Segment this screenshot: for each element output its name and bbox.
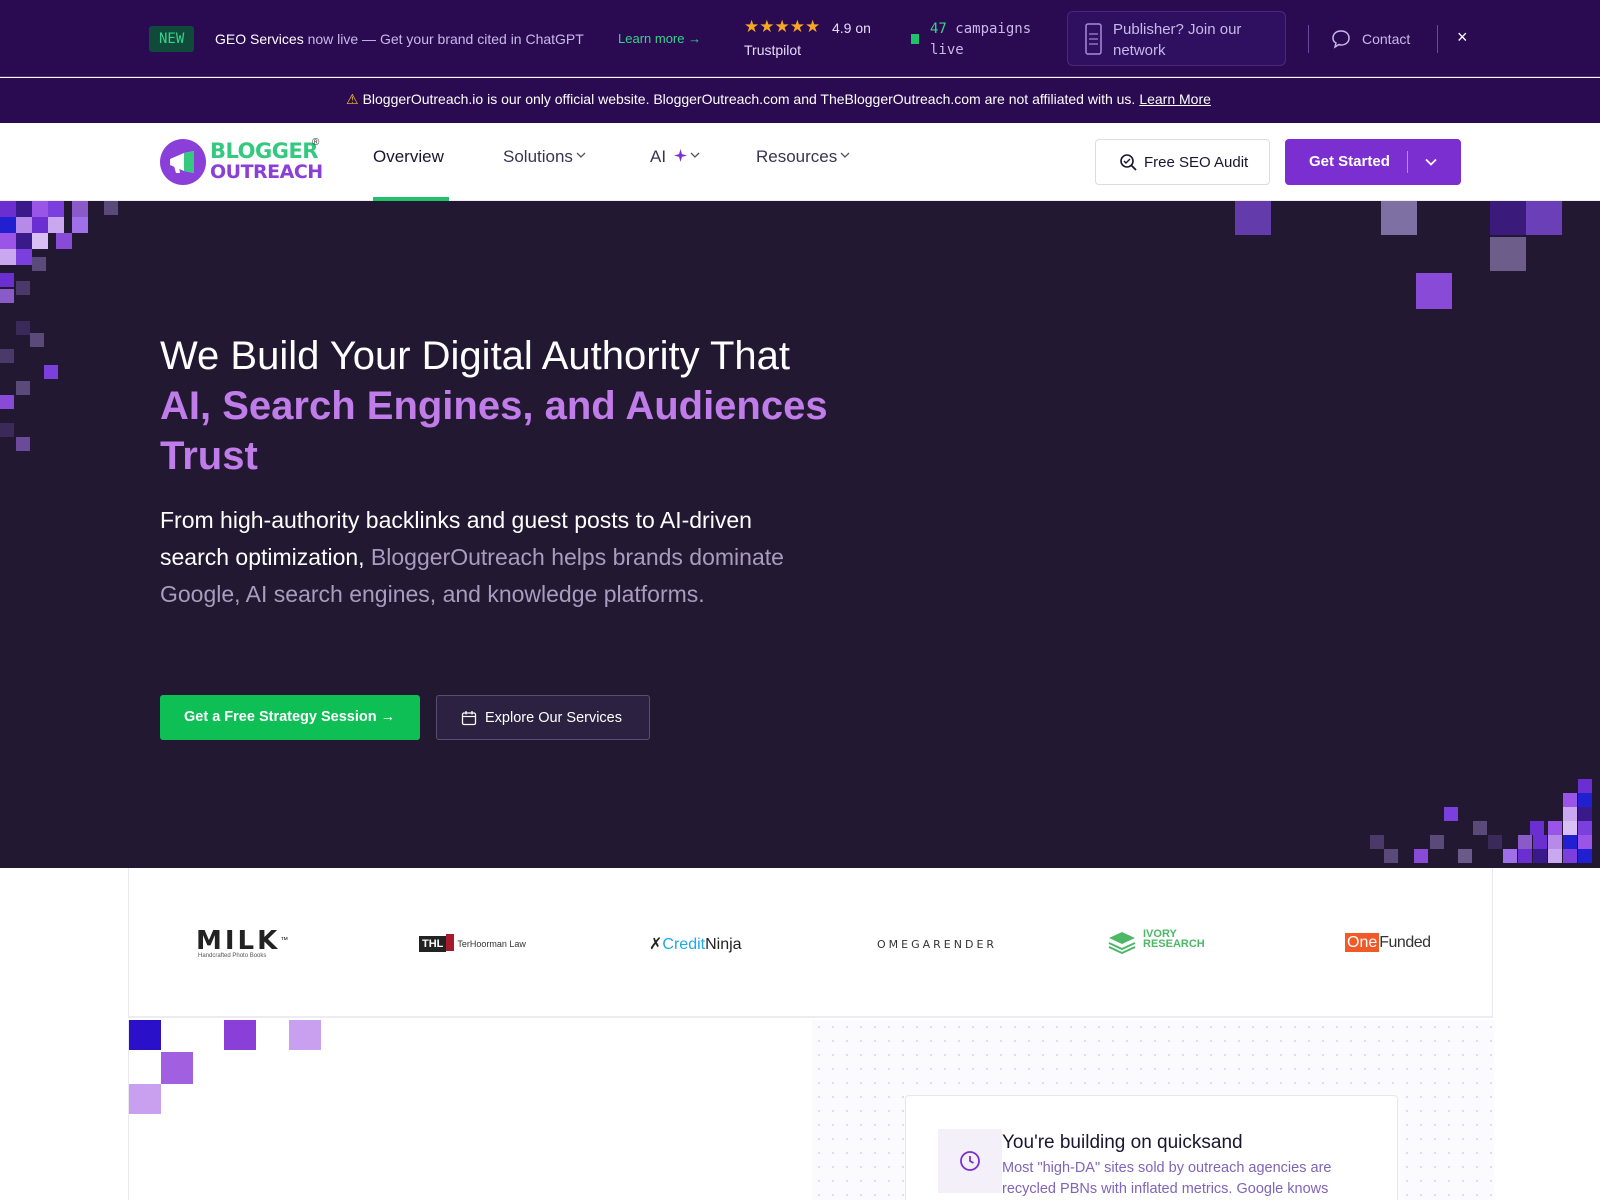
- button-divider: [1407, 151, 1408, 173]
- chevron-down-icon[interactable]: [1424, 155, 1438, 169]
- geo-announcement-rest: now live — Get your brand cited in ChatG…: [303, 31, 584, 47]
- clock-icon: [960, 1151, 980, 1171]
- calendar-icon: [461, 711, 477, 726]
- logo-milk-tagline: Handcrafted Photo Books: [198, 953, 267, 959]
- warning-message: ⚠ BloggerOutreach.io is our only official…: [346, 91, 1211, 108]
- publisher-join-button[interactable]: Publisher? Join our network: [1067, 11, 1286, 66]
- chevron-down-icon: [576, 152, 586, 158]
- nav-item-label: Overview: [373, 147, 444, 166]
- explore-services-label: Explore Our Services: [485, 710, 622, 726]
- nav-item-label: AI: [650, 147, 667, 166]
- ninja-icon: ✗: [649, 936, 663, 953]
- new-badge: NEW: [149, 26, 195, 52]
- live-indicator-icon: [911, 34, 919, 44]
- campaigns-live-counter: 47 campaigns live: [930, 19, 1050, 61]
- logo-onefunded: One Funded: [1345, 933, 1431, 968]
- logo-milk-trademark: ™: [280, 935, 289, 945]
- card-description: Most "high-DA" sites sold by outreach ag…: [1002, 1160, 1332, 1197]
- nav-item-overview[interactable]: Overview: [373, 147, 444, 167]
- logo-text-bottom: OUTREACH: [210, 161, 323, 183]
- geo-announcement: GEO Services now live — Get your brand c…: [215, 31, 584, 47]
- megaphone-logo-icon: [160, 139, 206, 185]
- logo-cn-ninja: Ninja: [705, 936, 742, 953]
- nav-item-label: Solutions: [503, 147, 573, 166]
- chat-bubble-icon[interactable]: [1331, 29, 1351, 49]
- explore-services-button[interactable]: Explore Our Services: [436, 695, 650, 740]
- close-icon[interactable]: ×: [1457, 27, 1468, 48]
- logo-creditninja: ✗CreditNinja: [649, 934, 742, 968]
- logo-funded: Funded: [1379, 934, 1431, 951]
- main-nav: BLOGGER ® OUTREACH Overview Solutions AI…: [0, 123, 1600, 202]
- rating-source[interactable]: Trustpilot: [744, 42, 801, 58]
- search-audit-icon: [1120, 154, 1137, 171]
- document-icon: [1085, 23, 1102, 55]
- topbar-divider: [1308, 25, 1309, 53]
- free-strategy-session-label: Get a Free Strategy Session →: [184, 709, 396, 725]
- publisher-join-label: Publisher? Join our network: [1113, 21, 1242, 59]
- logo-milk-wordmark: MILK: [196, 926, 281, 956]
- rating-value: 4.9 on: [832, 20, 871, 36]
- chevron-down-icon: [690, 152, 700, 158]
- logo-thl-mark: [446, 934, 455, 951]
- hero-section: We Build Your Digital Authority That AI,…: [0, 201, 1600, 868]
- topbar-divider: [1437, 25, 1438, 53]
- announcement-bar: NEW GEO Services now live — Get your bra…: [0, 0, 1600, 77]
- chevron-down-icon: [840, 152, 850, 158]
- logo-thl-box: THL: [419, 936, 447, 952]
- ivory-research-icon: [1108, 932, 1136, 954]
- warning-text: BloggerOutreach.io is our only official …: [362, 91, 1136, 107]
- nav-item-solutions[interactable]: Solutions: [503, 147, 586, 167]
- hero-title-accent: AI, Search Engines, and Audiences Trust: [160, 384, 828, 478]
- free-seo-audit-label: Free SEO Audit: [1144, 154, 1249, 171]
- clock-icon-wrap: [938, 1129, 1002, 1193]
- geo-announcement-strong: GEO Services: [215, 31, 304, 47]
- logo-text-top: BLOGGER: [210, 139, 318, 163]
- logo-thl-text: TerHoorman Law: [457, 939, 526, 949]
- logo-one: One: [1345, 933, 1380, 952]
- card-title: You're building on quicksand: [1002, 1132, 1243, 1153]
- logo-omegarender: OMEGARENDER: [877, 938, 998, 951]
- quicksand-card: You're building on quicksand Most "high-…: [905, 1095, 1398, 1200]
- learn-more-link[interactable]: Learn more →: [618, 31, 701, 46]
- free-strategy-session-button[interactable]: Get a Free Strategy Session →: [160, 695, 420, 740]
- contact-link[interactable]: Contact: [1362, 31, 1410, 47]
- logo-milk: MILK™ Handcrafted Photo Books: [196, 926, 288, 960]
- free-seo-audit-button[interactable]: Free SEO Audit: [1095, 139, 1270, 185]
- nav-item-label: Resources: [756, 147, 838, 166]
- logo-terhoorman-law: THL TerHoorman Law: [419, 934, 526, 968]
- warning-triangle-icon: ⚠: [346, 91, 359, 107]
- hero-subtitle: From high-authority backlinks and guest …: [160, 502, 820, 613]
- rating-stars-icon: ★★★★★: [744, 17, 821, 36]
- get-started-label: Get Started: [1309, 153, 1390, 170]
- campaigns-count: 47: [930, 21, 947, 37]
- problem-section: You're building on quicksand Most "high-…: [128, 1020, 1494, 1200]
- hero-title-line: We Build Your Digital Authority That: [160, 334, 790, 378]
- logo-registered-mark: ®: [312, 137, 320, 148]
- hero-title: We Build Your Digital Authority That AI,…: [160, 331, 860, 481]
- get-started-button[interactable]: Get Started: [1285, 139, 1461, 185]
- nav-item-resources[interactable]: Resources: [756, 147, 850, 167]
- brand-logo[interactable]: BLOGGER ® OUTREACH: [160, 137, 330, 187]
- warning-learn-more-link[interactable]: Learn More: [1139, 91, 1211, 107]
- sparkle-icon: [673, 149, 687, 162]
- logo-cn-credit: Credit: [662, 936, 706, 953]
- warning-bar: ⚠ BloggerOutreach.io is our only official…: [0, 78, 1600, 123]
- logo-ivory-bottom: RESEARCH: [1143, 938, 1205, 950]
- client-logos-strip: MILK™ Handcrafted Photo Books THL TerHoor…: [128, 868, 1493, 1018]
- nav-item-ai[interactable]: AI: [650, 147, 700, 167]
